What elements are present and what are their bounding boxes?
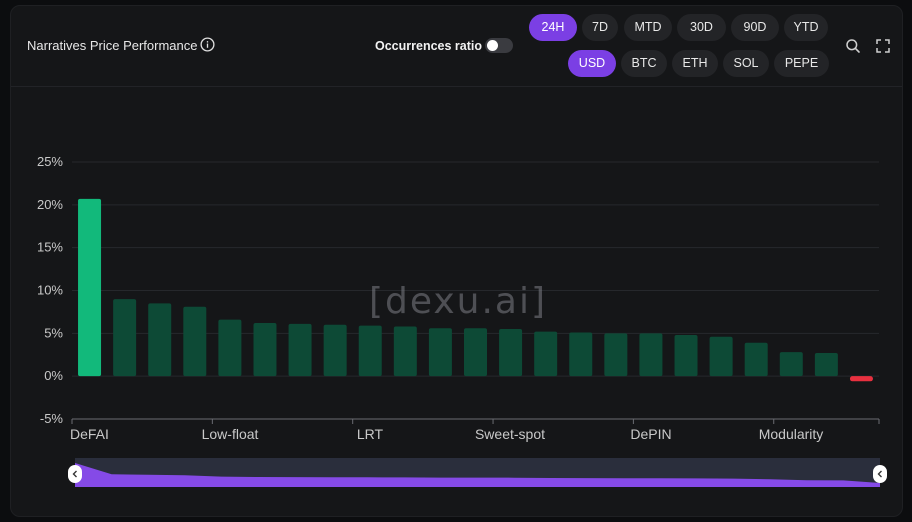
zoom-slider[interactable] bbox=[68, 458, 887, 487]
bar[interactable] bbox=[78, 198, 102, 377]
x-tick-label: DeFAI bbox=[70, 426, 109, 442]
bar-chart: 25% 20% 15% 10% 5% 0% -5% DeFAI Low-float LRT Swe… bbox=[37, 154, 887, 487]
watermark: [dexu.ai] bbox=[369, 281, 547, 322]
y-tick-label: 25% bbox=[37, 154, 63, 169]
bar[interactable] bbox=[604, 333, 628, 377]
bar[interactable] bbox=[639, 333, 663, 377]
y-tick-label: 15% bbox=[37, 240, 63, 255]
bar[interactable] bbox=[569, 332, 593, 377]
bar[interactable] bbox=[393, 326, 417, 377]
bar[interactable] bbox=[814, 353, 838, 377]
zoom-handle-right[interactable] bbox=[873, 465, 887, 483]
bar[interactable] bbox=[288, 323, 312, 377]
bar[interactable] bbox=[253, 323, 277, 377]
x-tick-label: LRT bbox=[357, 426, 384, 442]
x-tick-label: Low-float bbox=[202, 426, 259, 442]
handle-knob[interactable] bbox=[68, 465, 82, 483]
bar[interactable] bbox=[779, 352, 803, 377]
y-tick-label: 10% bbox=[37, 283, 63, 298]
bar[interactable] bbox=[218, 319, 242, 377]
x-tick-label: DePIN bbox=[630, 426, 671, 442]
bar[interactable] bbox=[323, 324, 347, 377]
bar[interactable] bbox=[534, 331, 558, 377]
y-tick-label: 5% bbox=[44, 325, 63, 340]
bar[interactable] bbox=[744, 342, 768, 377]
bar[interactable] bbox=[148, 303, 172, 377]
bar[interactable] bbox=[183, 306, 207, 377]
bar[interactable] bbox=[428, 328, 452, 377]
bar[interactable] bbox=[849, 376, 873, 382]
x-tick-label: Modularity bbox=[759, 426, 824, 442]
y-tick-label: 20% bbox=[37, 197, 63, 212]
zoom-handle-left[interactable] bbox=[68, 465, 82, 483]
handle-knob[interactable] bbox=[873, 465, 887, 483]
bar[interactable] bbox=[358, 325, 382, 377]
y-tick-label: -5% bbox=[40, 411, 64, 426]
bar[interactable] bbox=[674, 335, 698, 377]
y-tick-label: 0% bbox=[44, 368, 63, 383]
bar[interactable] bbox=[709, 336, 733, 377]
x-tick-label: Sweet-spot bbox=[475, 426, 545, 442]
bar[interactable] bbox=[464, 328, 487, 377]
bar[interactable] bbox=[113, 299, 137, 377]
bar[interactable] bbox=[499, 329, 523, 377]
